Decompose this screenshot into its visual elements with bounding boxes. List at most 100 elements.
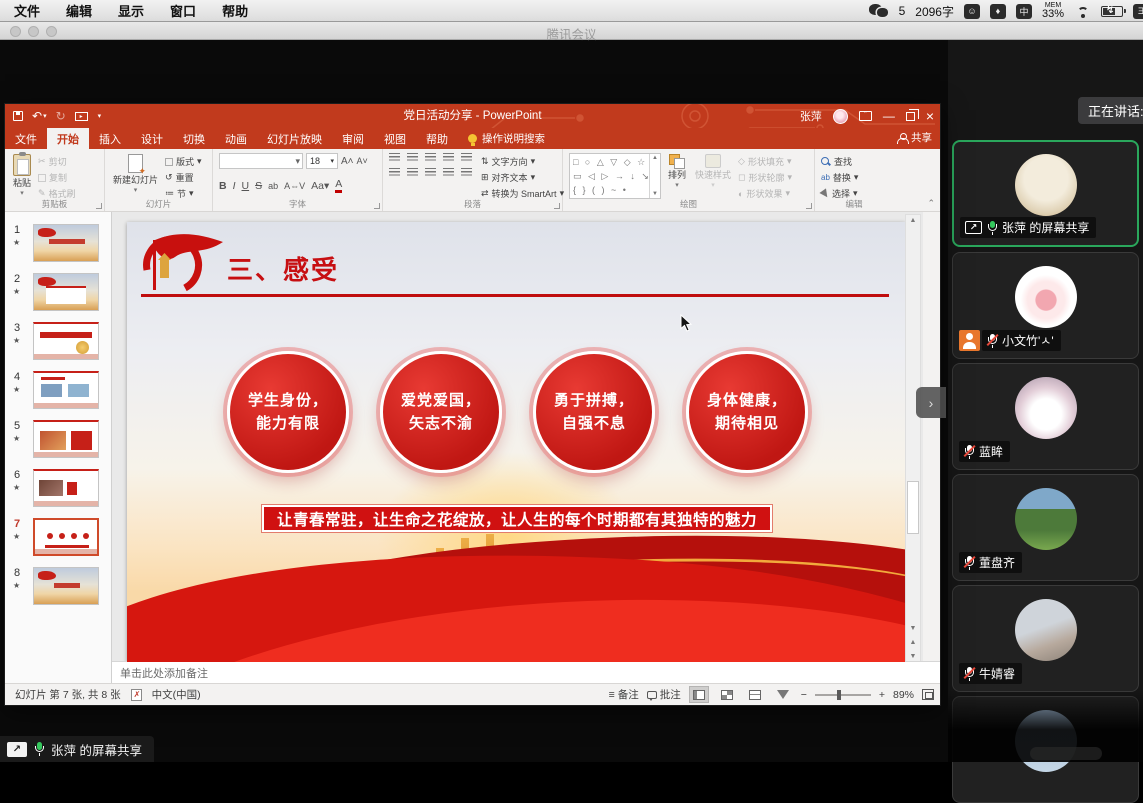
char-spacing-button[interactable]: A⇔V [284, 181, 305, 191]
clipboard-dialog-launcher[interactable] [96, 203, 102, 209]
bullets-button[interactable] [389, 153, 400, 162]
participant-tile-zhangping[interactable]: ↗ 张萍 的屏幕共享 [952, 140, 1139, 247]
tab-review[interactable]: 审阅 [332, 128, 374, 149]
menu-edit[interactable]: 编辑 [66, 1, 92, 20]
replace-button[interactable]: ab 替换 ▾ [821, 171, 858, 184]
underline-button[interactable]: U [242, 180, 250, 192]
vertical-scrollbar[interactable]: ▲ ▼ ▲ ▼ [905, 214, 921, 663]
wechat-icon[interactable] [869, 4, 889, 18]
change-case-button[interactable]: Aa▾ [311, 180, 329, 192]
notes-pane[interactable]: 单击此处添加备注 [112, 661, 940, 683]
close-button[interactable]: × [926, 109, 934, 123]
minimize-button[interactable]: — [883, 110, 895, 122]
memory-status[interactable]: MEM 33% [1042, 2, 1064, 20]
collapse-ribbon-button[interactable]: ⌃ [927, 198, 935, 209]
tab-animations[interactable]: 动画 [215, 128, 257, 149]
sidebar-collapse-handle[interactable]: › [916, 387, 946, 418]
font-color-button[interactable]: A [335, 178, 342, 193]
text-direction-button[interactable]: ⇅ 文字方向 ▾ [481, 155, 564, 168]
reset-button[interactable]: ↺ 重置 [165, 171, 202, 184]
restore-button[interactable] [906, 112, 915, 121]
menu-help[interactable]: 帮助 [222, 1, 248, 20]
thumbnail-slide-3[interactable]: 3★ [5, 320, 111, 369]
save-button[interactable] [13, 111, 23, 121]
screen-share-banner[interactable]: ↗ 张萍 的屏幕共享 [0, 736, 154, 762]
drawing-dialog-launcher[interactable] [806, 203, 812, 209]
spellcheck-icon[interactable] [131, 689, 142, 701]
tab-view[interactable]: 视图 [374, 128, 416, 149]
start-slideshow-button[interactable]: ▸ [75, 112, 88, 121]
new-slide-button[interactable]: 新建幻灯片▾ [111, 153, 160, 196]
copy-button[interactable]: 复制 [38, 171, 76, 184]
reading-view-button[interactable] [745, 686, 765, 703]
text-shadow-button[interactable]: ab [268, 181, 278, 191]
customize-qat-button[interactable]: ▾ [97, 113, 102, 120]
slide-canvas[interactable]: 三、感受 学生身份，能力有限 爱党爱国，矢志不渝 [127, 222, 905, 662]
comments-toggle-button[interactable]: 批注 [647, 687, 681, 702]
thumbnail-slide-6[interactable]: 6★ [5, 467, 111, 516]
shape-fill-button[interactable]: ◇ 形状填充 ▾ [738, 155, 792, 168]
scroll-up-arrow[interactable]: ▲ [906, 217, 920, 224]
thumbnail-slide-7-selected[interactable]: 7★ [5, 516, 111, 565]
emoji-menu-icon[interactable]: ☺ [964, 4, 980, 19]
next-slide-button[interactable]: ▼ [906, 653, 920, 660]
tab-slideshow[interactable]: 幻灯片放映 [257, 128, 332, 149]
wifi-icon[interactable] [1074, 5, 1091, 18]
redo-button[interactable]: ↻ [56, 110, 66, 122]
thumbnail-slide-4[interactable]: 4★ [5, 369, 111, 418]
microphone-menu-icon[interactable]: ♦ [990, 4, 1006, 19]
scroll-down-arrow[interactable]: ▼ [906, 625, 920, 632]
menu-file[interactable]: 文件 [14, 1, 40, 20]
slide-title[interactable]: 三、感受 [227, 250, 339, 287]
battery-icon[interactable]: ↯ [1101, 6, 1123, 17]
layout-button[interactable]: 版式 ▾ [165, 155, 202, 168]
thumbnail-slide-5[interactable]: 5★ [5, 418, 111, 467]
circle-striving[interactable]: 勇于拼搏，自强不息 [533, 351, 655, 473]
align-left-button[interactable] [389, 168, 400, 177]
slide-banner[interactable]: 让青春常驻，让生命之花绽放，让人生的每个时期都有其独特的魅力 [262, 505, 772, 532]
line-spacing-button[interactable] [461, 153, 472, 162]
participant-tile-xiaowenzhu[interactable]: 小文竹'ㅅ' [952, 252, 1139, 359]
thumbnail-slide-2[interactable]: 2★ [5, 271, 111, 320]
italic-button[interactable]: I [233, 180, 236, 192]
cut-button[interactable]: ✂ 剪切 [38, 155, 76, 168]
font-name-dropdown[interactable]: ▾ [219, 153, 303, 169]
shapes-gallery[interactable]: □ ○ △ ▽ ◇ ☆ ▭ ◁ ▷ → ↓ ↘ { } ( ) ~ • ▲▼ [569, 153, 661, 199]
zoom-slider[interactable] [815, 694, 871, 696]
numbering-button[interactable] [407, 153, 418, 162]
bold-button[interactable]: B [219, 180, 227, 192]
zoom-out-button[interactable]: − [801, 689, 807, 701]
circle-health[interactable]: 身体健康，期待相见 [686, 351, 808, 473]
share-button[interactable]: 共享 [897, 130, 932, 145]
grow-font-button[interactable]: A˄ [341, 156, 354, 167]
tab-home[interactable]: 开始 [47, 128, 89, 149]
tab-design[interactable]: 设计 [131, 128, 173, 149]
zoom-percentage[interactable]: 89% [893, 689, 914, 701]
zoom-slider-thumb[interactable] [837, 690, 841, 700]
tab-transitions[interactable]: 切换 [173, 128, 215, 149]
tab-insert[interactable]: 插入 [89, 128, 131, 149]
account-avatar[interactable] [833, 109, 848, 124]
notes-toggle-button[interactable]: ≡ 备注 [609, 687, 639, 702]
previous-slide-button[interactable]: ▲ [906, 639, 920, 646]
strikethrough-button[interactable]: S [255, 180, 262, 192]
columns-button[interactable] [461, 168, 472, 177]
word-count-status[interactable]: 2096字 [915, 3, 954, 20]
input-method-icon[interactable]: 中 [1016, 4, 1032, 19]
normal-view-button[interactable] [689, 686, 709, 703]
undo-button[interactable]: ↶▾ [32, 110, 47, 122]
language-status[interactable]: 中文(中国) [152, 687, 201, 702]
tab-file[interactable]: 文件 [5, 128, 47, 149]
font-size-dropdown[interactable]: 18▾ [306, 153, 338, 169]
align-text-button[interactable]: ⊞ 对齐文本 ▾ [481, 171, 564, 184]
find-button[interactable]: 查找 [821, 155, 858, 168]
align-right-button[interactable] [425, 168, 436, 177]
zoom-in-button[interactable]: + [879, 689, 885, 701]
shape-outline-button[interactable]: ◻ 形状轮廓 ▾ [738, 171, 792, 184]
arrange-button[interactable]: 排列▾ [666, 153, 688, 191]
fit-to-window-button[interactable] [922, 689, 934, 700]
slideshow-view-button[interactable] [773, 686, 793, 703]
shapes-gallery-scroll[interactable]: ▲▼ [649, 154, 660, 198]
shrink-font-button[interactable]: A˅ [357, 156, 368, 166]
participant-tile-dongpanqi[interactable]: 董盘齐 [952, 474, 1139, 581]
